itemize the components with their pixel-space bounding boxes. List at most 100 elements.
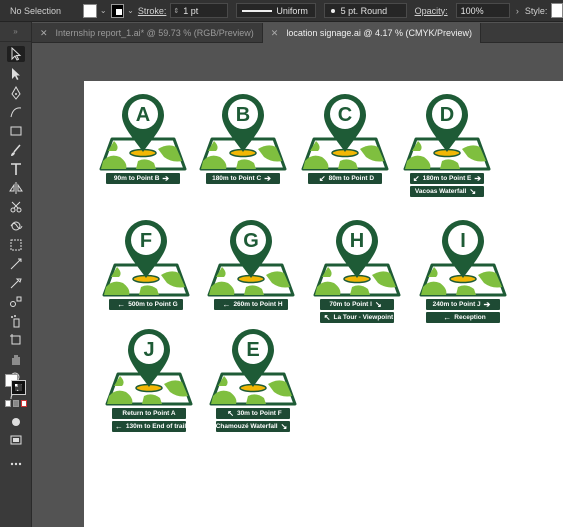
- fill-swatch[interactable]: [83, 3, 97, 18]
- close-icon[interactable]: ✕: [40, 28, 48, 39]
- direction-text: Return to Point A: [122, 410, 176, 417]
- direction-plate: Return to Point A: [112, 408, 186, 419]
- sign-c[interactable]: C ↙ 80m to Point D: [300, 91, 390, 184]
- draw-mode-icon[interactable]: [7, 414, 25, 430]
- direction-text: 80m to Point D: [328, 175, 375, 182]
- screen-mode-icon[interactable]: [7, 432, 25, 448]
- panel-collapse-icon[interactable]: »: [0, 22, 31, 42]
- shape-builder-tool-icon[interactable]: [7, 256, 25, 272]
- direction-plate: ← 260m to Point H: [214, 299, 288, 310]
- direction-text: 260m to Point H: [233, 301, 283, 308]
- color-mode-icon[interactable]: [5, 400, 11, 407]
- stroke-color-box[interactable]: [11, 380, 26, 395]
- symbol-sprayer-tool-icon[interactable]: [7, 313, 25, 329]
- arrow-icon: ←: [222, 300, 231, 309]
- graphic-style-swatch[interactable]: [551, 3, 563, 18]
- sign-h[interactable]: H 70m to Point I ↘ ↖ La Tour - Viewpoint: [312, 217, 402, 323]
- direction-text: 500m to Point G: [128, 301, 178, 308]
- chevron-right-icon[interactable]: ›: [516, 6, 519, 16]
- direction-plates: Return to Point A ← 130m to End of trail: [112, 408, 186, 432]
- location-pin-icon: G: [207, 220, 295, 297]
- selection-tool-icon[interactable]: [7, 46, 25, 62]
- artboard-tool-icon[interactable]: [7, 332, 25, 348]
- direction-plate: ← 130m to End of trail: [112, 421, 186, 432]
- direction-text: 30m to Point F: [236, 410, 282, 417]
- free-transform-tool-icon[interactable]: [7, 237, 25, 253]
- sign-e[interactable]: E ↖ 30m to Point F Chamouzé Waterfall ↘: [208, 326, 298, 432]
- direction-text: Chamouzé Waterfall: [215, 423, 278, 430]
- direction-plate: ↙ 180m to Point E ➔: [410, 173, 484, 184]
- direction-plate: ← 500m to Point G: [109, 299, 183, 310]
- pin-letter: F: [140, 230, 152, 252]
- arrow-icon: ←: [114, 422, 123, 431]
- pin-letter: B: [236, 104, 250, 126]
- direction-plates: ↖ 30m to Point F Chamouzé Waterfall ↘: [216, 408, 290, 432]
- type-tool-icon[interactable]: [7, 161, 25, 177]
- stroke-weight-field[interactable]: ⇕ 1 pt: [170, 3, 229, 18]
- direct-selection-tool-icon[interactable]: [7, 66, 25, 82]
- direction-plate: ↙ 80m to Point D: [308, 173, 382, 184]
- profile-value: Uniform: [276, 5, 308, 16]
- curvature-tool-icon[interactable]: [7, 104, 25, 120]
- direction-plates: 240m to Point J ➔ ← Reception: [426, 299, 500, 323]
- direction-plate: 180m to Point C ➔: [206, 173, 280, 184]
- direction-text: 240m to Point J: [432, 301, 481, 308]
- stroke-swatch[interactable]: [110, 3, 125, 18]
- direction-text: 180m to Point E: [422, 175, 472, 182]
- paintbrush-tool-icon[interactable]: [7, 142, 25, 158]
- warp-tool-icon[interactable]: [7, 218, 25, 234]
- arrow-icon: ↘: [469, 187, 477, 196]
- hand-tool-icon[interactable]: [7, 351, 25, 367]
- round-brush-icon: [330, 8, 335, 13]
- stepper-icon[interactable]: ⇕: [173, 7, 179, 15]
- arrow-icon: ←: [443, 313, 452, 322]
- sign-b[interactable]: B 180m to Point C ➔: [198, 91, 288, 184]
- pin-letter: D: [440, 104, 454, 126]
- sign-i[interactable]: I 240m to Point J ➔ ← Reception: [418, 217, 508, 323]
- arrow-icon: ↙: [318, 174, 326, 183]
- opacity-field[interactable]: 100%: [455, 3, 510, 18]
- color-mode-buttons[interactable]: [5, 400, 29, 408]
- stroke-weight-value: 1 pt: [183, 5, 199, 16]
- opacity-label[interactable]: Opacity:: [415, 6, 448, 16]
- pen-tool-icon[interactable]: [7, 85, 25, 101]
- tab-location-signage[interactable]: ✕ location signage.ai @ 4.17 % (CMYK/Pre…: [262, 23, 482, 43]
- more-tools-icon[interactable]: [7, 456, 25, 472]
- fill-stroke-widget[interactable]: [5, 372, 27, 395]
- brush-definition[interactable]: 5 pt. Round: [323, 3, 407, 18]
- blend-tool-icon[interactable]: [7, 294, 25, 310]
- pin-letter: A: [136, 104, 150, 126]
- direction-plates: 180m to Point C ➔: [206, 173, 280, 184]
- sign-f[interactable]: F ← 500m to Point G: [101, 217, 191, 310]
- direction-plate: 70m to Point I ↘: [320, 299, 394, 310]
- chevron-down-icon[interactable]: ⌄: [100, 6, 107, 15]
- sign-j[interactable]: J Return to Point A ← 130m to End of trail: [104, 326, 194, 432]
- tab-internship-report[interactable]: ✕ Internship report_1.ai* @ 59.73 % (RGB…: [32, 23, 263, 43]
- sign-g[interactable]: G ← 260m to Point H: [206, 217, 296, 310]
- pin-letter: I: [460, 230, 466, 252]
- variable-width-profile[interactable]: Uniform: [236, 3, 316, 18]
- scissors-tool-icon[interactable]: [7, 199, 25, 215]
- direction-text: 180m to Point C: [212, 175, 262, 182]
- gradient-mode-icon[interactable]: [13, 400, 19, 407]
- close-icon[interactable]: ✕: [271, 28, 279, 39]
- direction-plates: ↙ 180m to Point E ➔ Vacoas Waterfall ↘: [410, 173, 484, 197]
- artboard[interactable]: A 90m to Point B ➔ B 180m to Point C ➔ C ↙ 80m…: [84, 81, 563, 527]
- direction-plate: Chamouzé Waterfall ↘: [216, 421, 290, 432]
- direction-text: 70m to Point I: [329, 301, 372, 308]
- none-mode-icon[interactable]: [21, 400, 27, 407]
- direction-text: Vacoas Waterfall: [414, 188, 467, 195]
- reflect-tool-icon[interactable]: [7, 180, 25, 196]
- arrow-icon: ↘: [280, 422, 288, 431]
- direction-plates: ← 500m to Point G: [109, 299, 183, 310]
- arrow-icon: ↖: [227, 409, 234, 418]
- sign-d[interactable]: D ↙ 180m to Point E ➔ Vacoas Waterfall ↘: [402, 91, 492, 197]
- rectangle-tool-icon[interactable]: [7, 123, 25, 139]
- sign-a[interactable]: A 90m to Point B ➔: [98, 91, 188, 184]
- direction-text: 130m to End of trail: [125, 423, 187, 430]
- chevron-down-icon[interactable]: ⌄: [127, 6, 134, 15]
- stroke-label[interactable]: Stroke:: [138, 6, 167, 16]
- eyedropper-tool-icon[interactable]: [7, 275, 25, 291]
- pin-letter: H: [350, 230, 364, 252]
- location-pin-icon: A: [99, 94, 187, 171]
